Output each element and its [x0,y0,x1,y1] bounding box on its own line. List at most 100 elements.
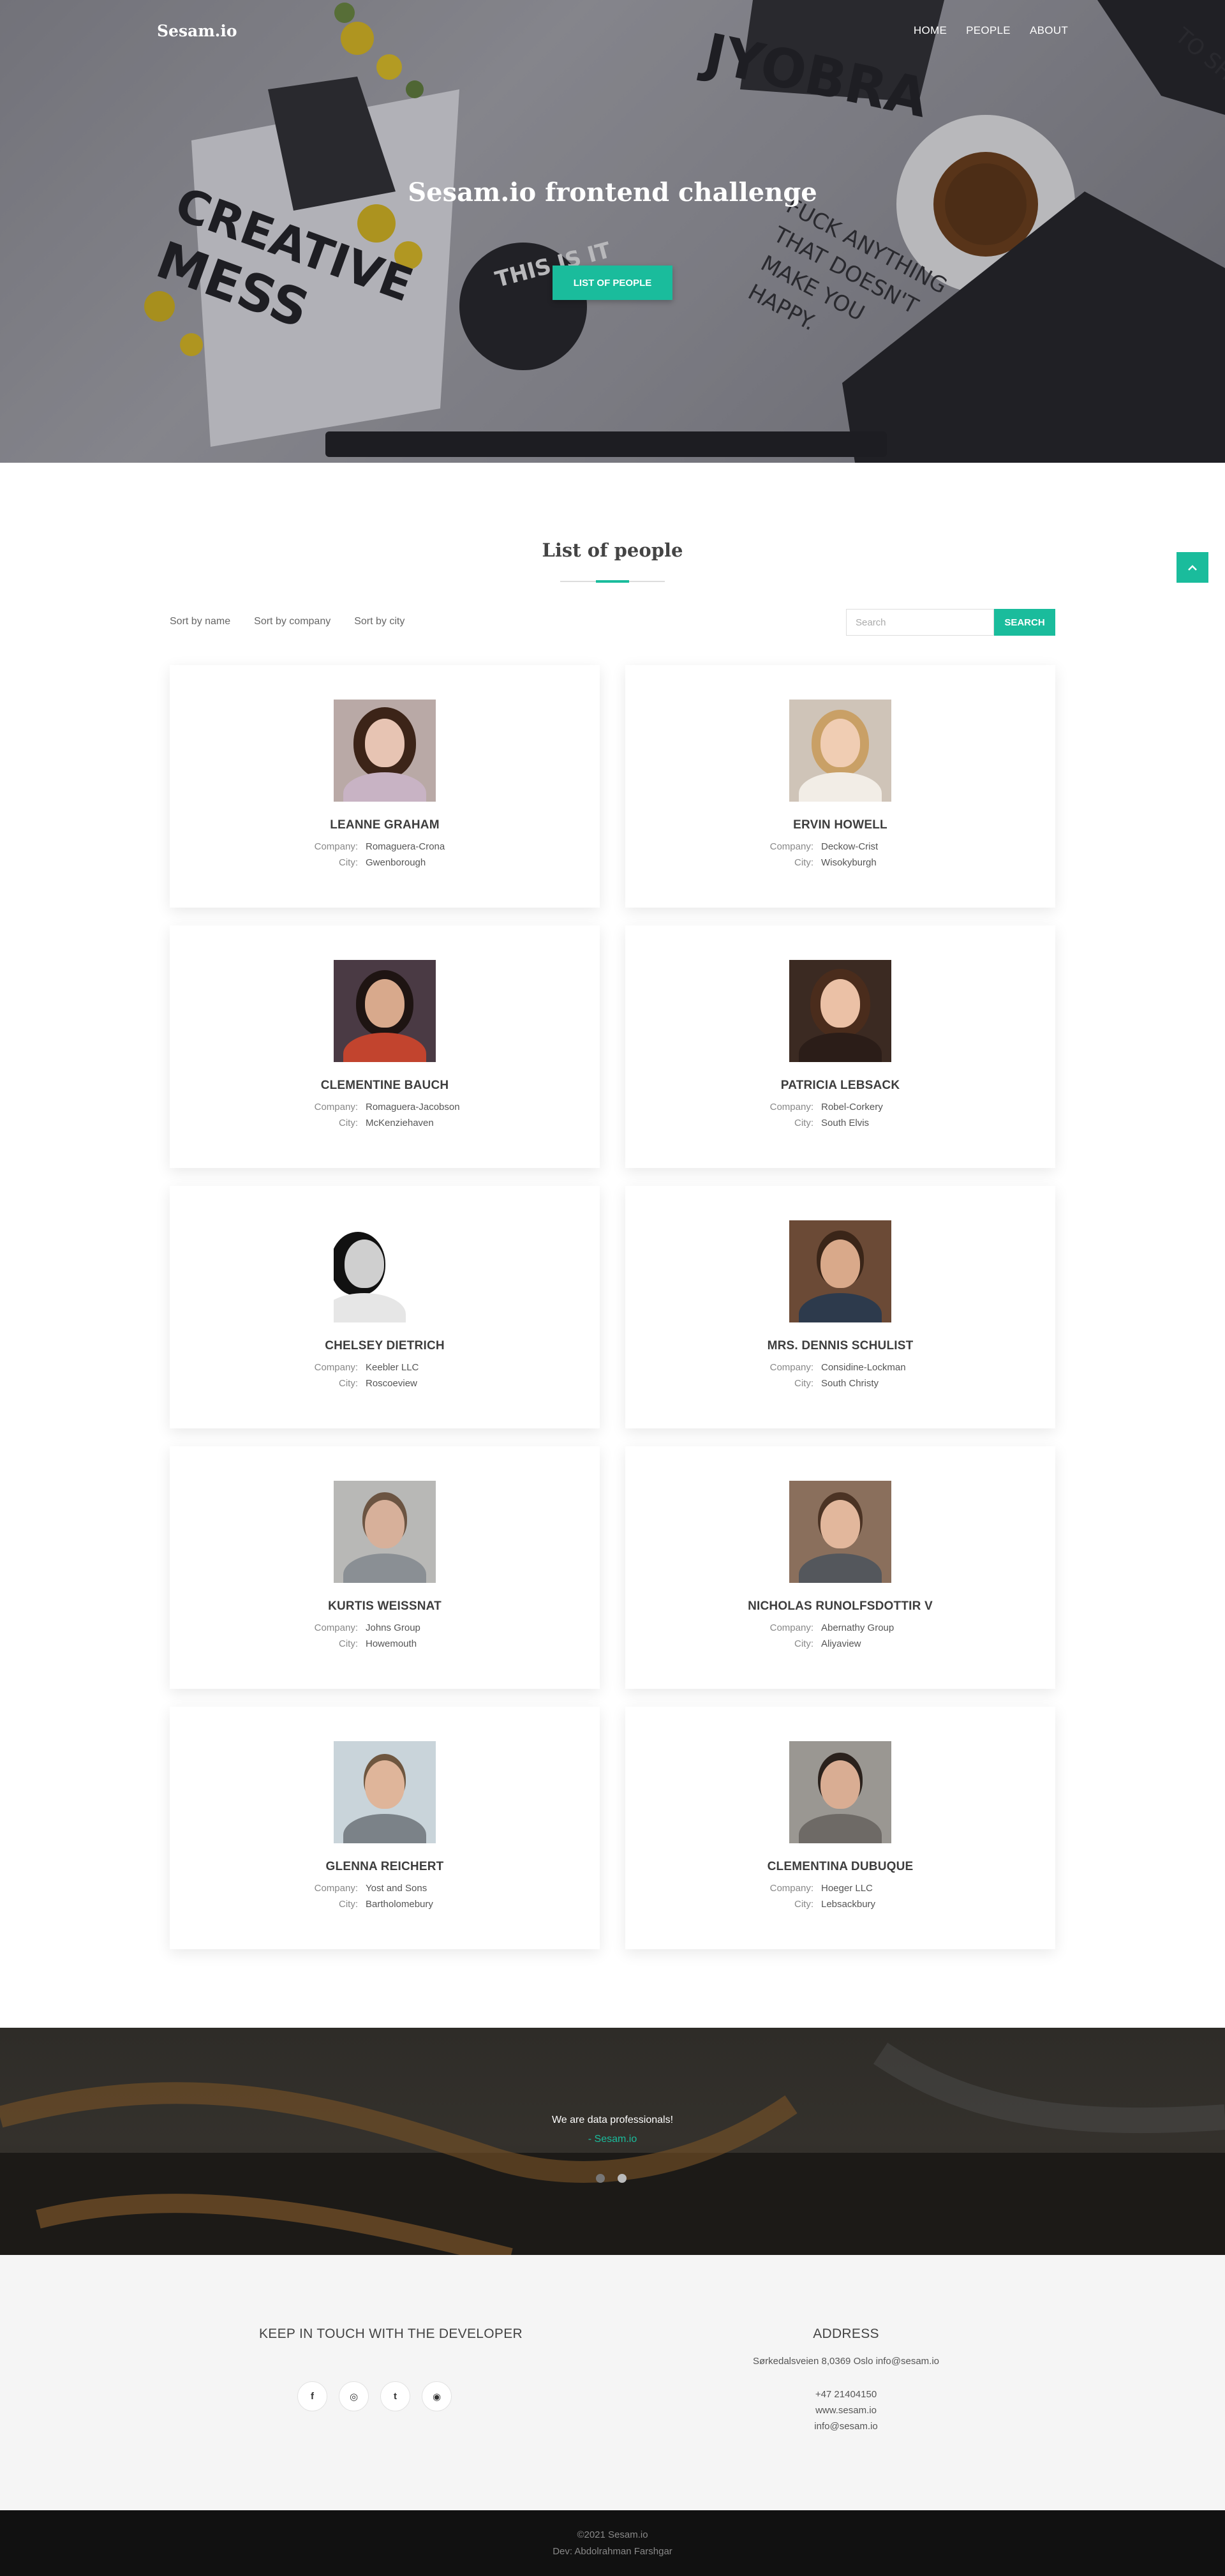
person-photo [334,1741,436,1843]
person-city: South Elvis [821,1118,870,1128]
person-company: Hoeger LLC [821,1883,873,1894]
person-name: CLEMENTINE BAUCH [320,1079,449,1092]
title-underline [560,580,665,583]
person-company: Romaguera-Crona [366,841,445,852]
person-company: Keebler LLC [366,1362,419,1373]
nav-link-people[interactable]: PEOPLE [966,24,1011,37]
search-button[interactable]: SEARCH [994,609,1055,636]
person-card[interactable]: KURTIS WEISSNAT Company: Johns Group City… [170,1446,600,1689]
person-name: KURTIS WEISSNAT [328,1599,442,1613]
social-links: f ◎ t ◉ [297,2381,452,2411]
list-of-people-button[interactable]: LIST OF PEOPLE [553,266,672,300]
person-city: Roscoeview [366,1378,417,1389]
person-company: Johns Group [366,1622,420,1633]
testimonial-section: We are data professionals! - Sesam.io [0,2028,1225,2255]
city-label: City: [339,857,358,868]
website-link[interactable]: www.sesam.io [702,2405,990,2416]
facebook-icon[interactable]: f [297,2381,327,2411]
person-photo [334,960,436,1062]
person-company: Romaguera-Jacobson [366,1102,460,1112]
hero-title: Sesam.io frontend challenge [408,177,817,207]
people-grid: LEANNE GRAHAM Company: Romaguera-Crona Ci… [170,665,1055,1949]
person-card[interactable]: NICHOLAS RUNOLFSDOTTIR V Company: Abernat… [625,1446,1055,1689]
person-card[interactable]: MRS. DENNIS SCHULIST Company: Considine-L… [625,1186,1055,1428]
brand-logo[interactable]: Sesam.io [157,22,237,40]
person-card[interactable]: LEANNE GRAHAM Company: Romaguera-Crona Ci… [170,665,600,908]
person-city: Aliyaview [821,1638,861,1649]
person-card[interactable]: CHELSEY DIETRICH Company: Keebler LLC Cit… [170,1186,600,1428]
person-card[interactable]: CLEMENTINA DUBUQUE Company: Hoeger LLC Ci… [625,1707,1055,1949]
city-label: City: [339,1378,358,1389]
person-company: Yost and Sons [366,1883,427,1894]
person-city: Wisokyburgh [821,857,877,868]
testimonial-author: - Sesam.io [588,2134,637,2145]
bottom-bar: ©2021 Sesam.io Dev: Abdolrahman Farshgar [0,2510,1225,2576]
city-label: City: [794,1378,813,1389]
city-label: City: [339,1899,358,1910]
person-company: Deckow-Crist [821,841,879,852]
company-label: Company: [314,1362,358,1373]
person-city: Lebsackbury [821,1899,876,1910]
developer-credit: Dev: Abdolrahman Farshgar [553,2546,672,2557]
nav-link-home[interactable]: HOME [914,24,947,37]
person-photo [789,1741,891,1843]
chevron-up-icon [1187,560,1198,575]
carousel-dot-1[interactable] [596,2174,605,2183]
person-card[interactable]: PATRICIA LEBSACK Company: Robel-Corkery C… [625,925,1055,1168]
person-name: ERVIN HOWELL [793,818,887,832]
phone-number[interactable]: +47 21404150 [702,2389,990,2400]
copyright-text: ©2021 Sesam.io [577,2529,648,2540]
person-card[interactable]: CLEMENTINE BAUCH Company: Romaguera-Jacob… [170,925,600,1168]
city-label: City: [794,1118,813,1128]
city-label: City: [339,1638,358,1649]
city-label: City: [339,1118,358,1128]
person-photo [789,960,891,1062]
person-photo [334,1220,436,1322]
person-company: Abernathy Group [821,1622,895,1633]
person-city: South Christy [821,1378,879,1389]
person-city: McKenziehaven [366,1118,434,1128]
person-name: CLEMENTINA DUBUQUE [767,1860,914,1873]
nav-link-about[interactable]: ABOUT [1030,24,1068,37]
address-heading: ADDRESS [813,2326,879,2341]
city-label: City: [794,1638,813,1649]
person-city: Gwenborough [366,857,426,868]
company-label: Company: [314,1883,358,1894]
company-label: Company: [314,841,358,852]
github-icon[interactable]: ◉ [422,2381,452,2411]
sort-by-company-link[interactable]: Sort by company [254,616,330,627]
search-form: SEARCH [846,609,1055,636]
hero-section: CREATIVE MESS THIS IS IT FUCK ANYTHING T… [0,0,1225,463]
person-name: GLENNA REICHERT [325,1860,444,1873]
company-label: Company: [769,1362,813,1373]
city-label: City: [794,1899,813,1910]
city-label: City: [794,857,813,868]
sort-by-name-link[interactable]: Sort by name [170,616,230,627]
person-name: NICHOLAS RUNOLFSDOTTIR V [748,1599,933,1613]
people-section: List of people Sort by name Sort by comp… [0,463,1225,2028]
person-city: Howemouth [366,1638,417,1649]
person-card[interactable]: GLENNA REICHERT Company: Yost and Sons Ci… [170,1707,600,1949]
top-navbar: Sesam.io HOME PEOPLE ABOUT [0,0,1225,64]
instagram-icon[interactable]: ◎ [339,2381,369,2411]
sort-by-city-link[interactable]: Sort by city [354,616,405,627]
person-company: Robel-Corkery [821,1102,883,1112]
scroll-to-top-button[interactable] [1177,552,1208,583]
person-card[interactable]: ERVIN HOWELL Company: Deckow-Crist City: W… [625,665,1055,908]
address-line: Sørkedalsveien 8,0369 Oslo info@sesam.io [752,2356,940,2367]
company-label: Company: [314,1102,358,1112]
person-photo [334,1481,436,1583]
footer: KEEP IN TOUCH WITH THE DEVELOPER f ◎ t ◉… [0,2255,1225,2510]
person-name: LEANNE GRAHAM [330,818,440,832]
testimonial-text: We are data professionals! [551,2115,674,2125]
person-photo [789,700,891,802]
carousel-dot-2[interactable] [618,2174,627,2183]
email-link[interactable]: info@sesam.io [702,2421,990,2432]
twitter-icon[interactable]: t [380,2381,410,2411]
person-name: PATRICIA LEBSACK [780,1079,900,1092]
person-name: CHELSEY DIETRICH [325,1339,445,1352]
search-input[interactable] [846,609,994,636]
company-label: Company: [769,1102,813,1112]
company-label: Company: [769,841,813,852]
nav-links: HOME PEOPLE ABOUT [914,24,1068,37]
